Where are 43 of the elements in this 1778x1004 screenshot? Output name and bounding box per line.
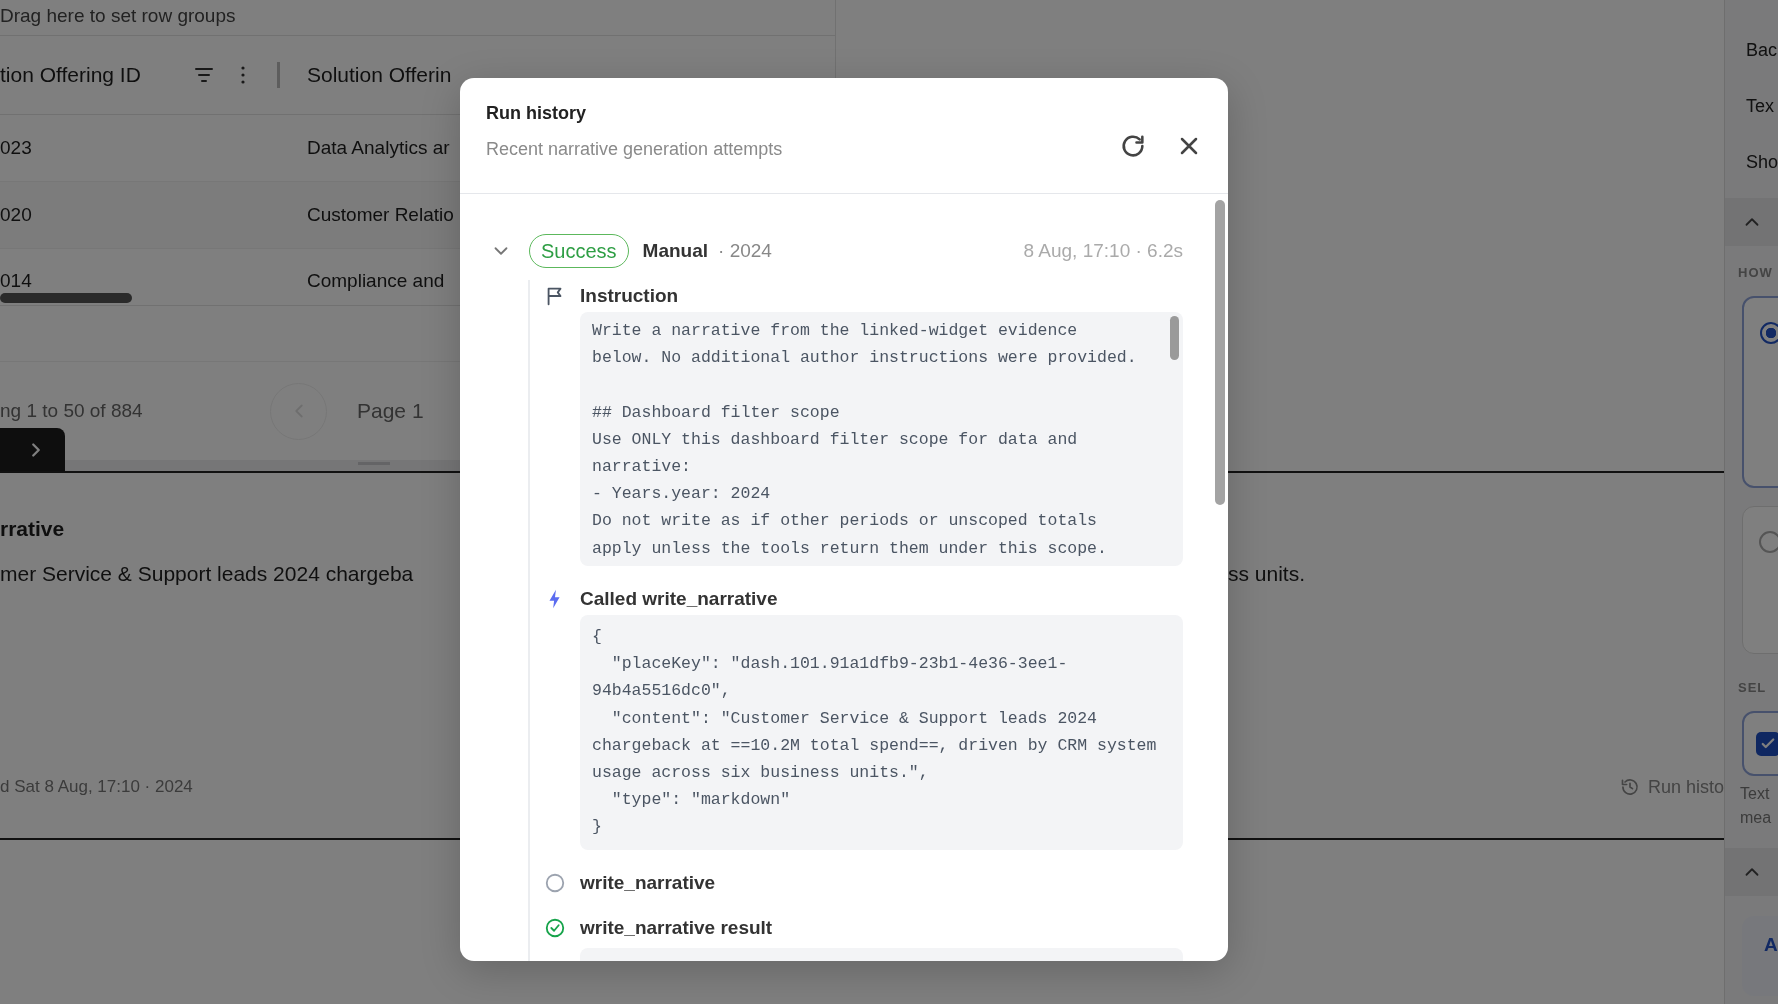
table-cell-text: 020 (0, 204, 33, 226)
table-cell: Compliance and (307, 270, 445, 291)
checkbox[interactable] (1756, 731, 1778, 756)
table-cell: Data Analytics ar (307, 137, 450, 159)
run-history-link[interactable]: Run histo (1619, 776, 1724, 798)
card-label: A (1763, 933, 1778, 956)
table-cell-text: 014 (0, 270, 33, 291)
step-label: write_narrative result (580, 915, 774, 940)
column-header[interactable]: Solution Offerin (307, 63, 452, 87)
trigger-label: Manual (642, 240, 709, 262)
step-label: Instruction (580, 284, 680, 308)
check-circle-icon (544, 916, 566, 939)
code-block: Write a narrative from the linked-widget evidence below. No additional author instructions were provided. ## Dashboard filter scope Use ONLY this dashboard filter scope for data and narrative: - Years.year: 2024 Do not write as if other periods or unscoped totals apply unless the tools return them under this scope. (580, 312, 1183, 566)
help-text: mea (1739, 808, 1773, 828)
table-cell: Customer Relatio (307, 204, 454, 226)
dialog-subtitle: Recent narrative generation attempts (486, 138, 783, 161)
scrollbar[interactable] (1215, 200, 1225, 505)
narrative-text: ss units. (1228, 561, 1307, 587)
narrative-text: mer Service & Support leads 2024 chargeba (0, 561, 415, 587)
scrollbar[interactable] (1170, 316, 1179, 360)
section-title: rrative (0, 517, 65, 540)
circle-icon (544, 871, 566, 894)
radio-button[interactable] (1759, 531, 1778, 553)
step-label: Called write_narrative (580, 587, 779, 611)
step-label: write_narrative (580, 870, 717, 895)
code-block: { "placeKey": "dash.101.91a1dfb9-23b1-4e36-3ee1- 94b4a5516dc0", "content": "Customer Service & Support leads 2024 chargeback at ==10.2M total spend==, driven by CRM system usage across six business units.", "type": "markdown" } (580, 615, 1183, 850)
group-hint: Drag here to set row groups (0, 4, 237, 28)
scrollbar[interactable] (0, 293, 132, 303)
dialog-title: Run history (486, 102, 587, 125)
page-label: Page 1 (357, 399, 424, 423)
run-time: 8 Aug, 17:10 · 6.2s (1023, 240, 1183, 262)
panel-label: Sho (1745, 151, 1778, 174)
row-count: ng 1 to 50 of 884 (0, 400, 144, 422)
radio-button[interactable] (1760, 322, 1778, 344)
updated-time: d Sat 8 Aug, 17:10 · 2024 (0, 777, 193, 797)
history-icon (1619, 777, 1640, 797)
refresh-icon[interactable] (1119, 132, 1147, 160)
panel-label: Tex (1745, 95, 1775, 118)
help-text: Text (1739, 784, 1771, 804)
panel-label: Bac (1745, 39, 1778, 62)
table-cell-text: 023 (0, 137, 33, 159)
scope-label: · 2024 (718, 240, 772, 262)
column-header[interactable]: tion Offering ID (0, 63, 192, 87)
